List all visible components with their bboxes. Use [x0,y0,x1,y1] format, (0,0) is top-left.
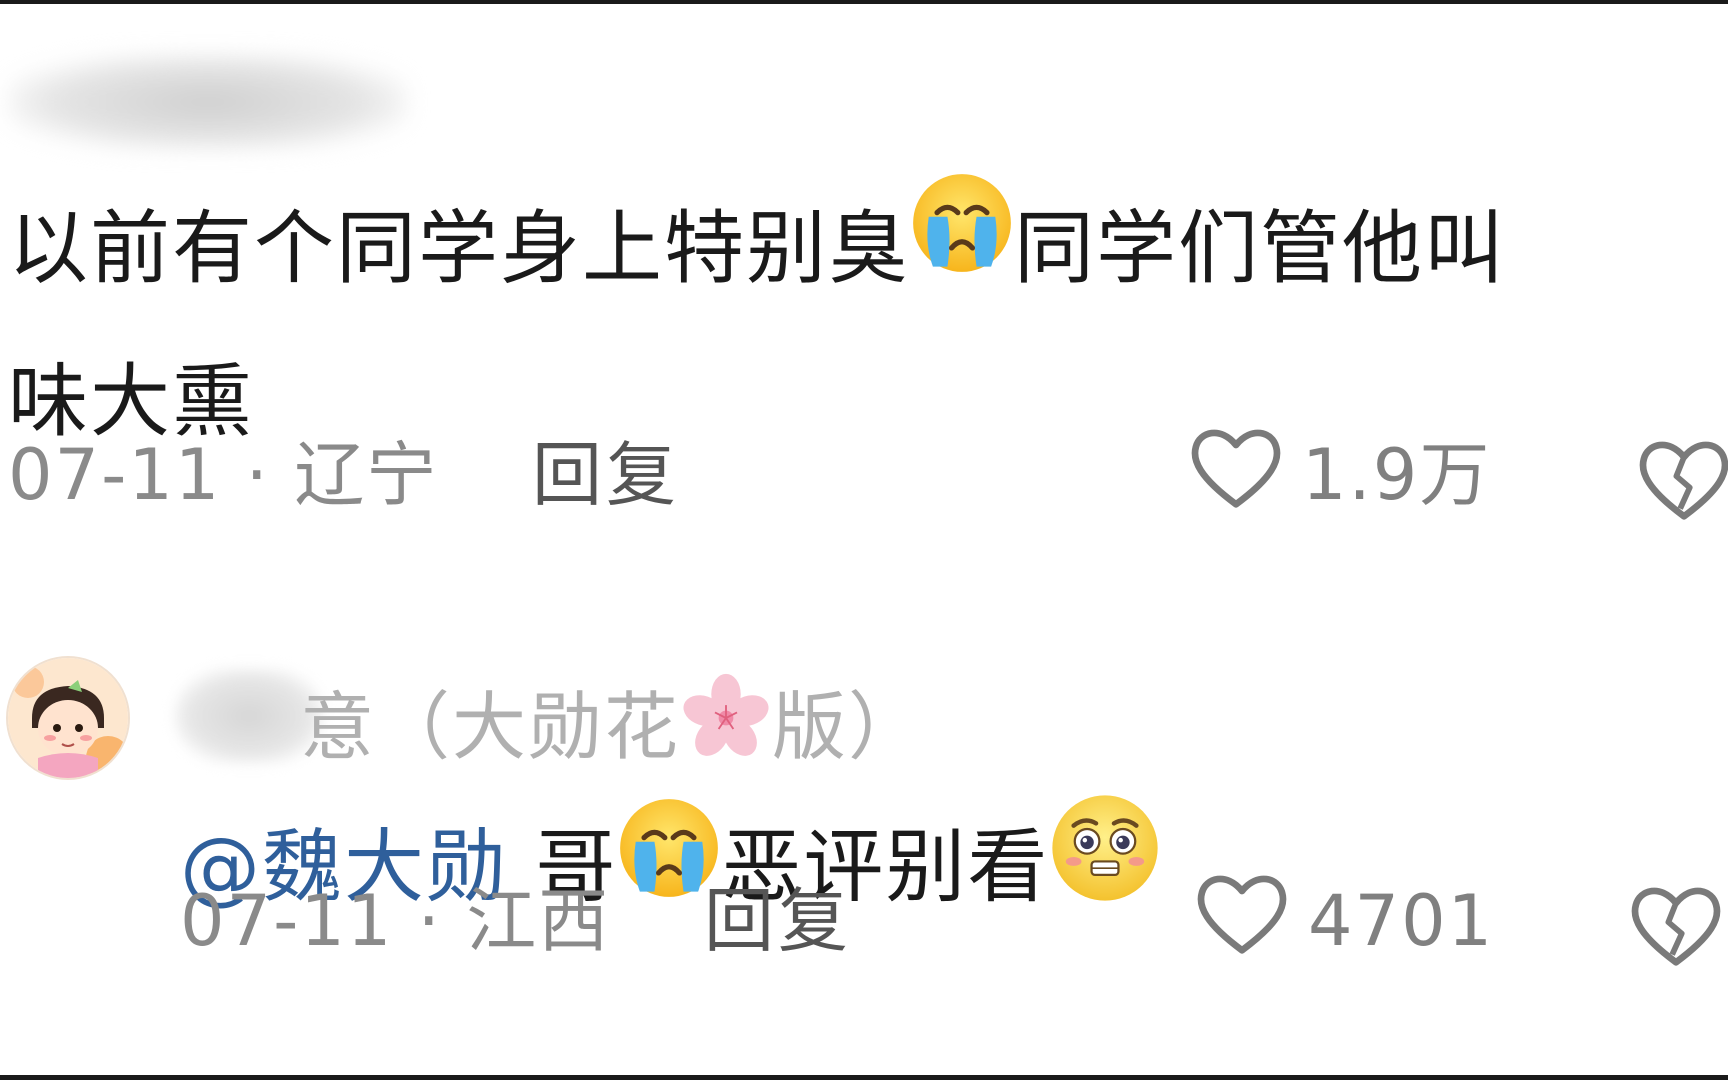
username-text: 意（大勋花 [300,684,680,771]
like-button[interactable]: 4701 [1194,875,1495,966]
separator: · [245,434,270,516]
bottom-border [0,1075,1728,1080]
broken-heart-icon[interactable] [1628,887,1724,985]
comment-text-part1: 以前有个同学身上特别臭 [8,202,910,295]
dislike-button[interactable] [1636,436,1728,539]
reply-meta-row: 07-11 · 江西 回复 4701 [180,875,1728,966]
crying-face-emoji-icon [910,171,1014,321]
comment-location: 辽宁 [294,434,439,516]
separator: · [417,880,442,962]
comment-text-part2: 同学们管他叫 [1014,202,1506,295]
like-count: 4701 [1308,880,1495,962]
dislike-button[interactable] [1628,882,1724,985]
like-button[interactable]: 1.9万 [1188,429,1492,520]
date-location: 07-11 · 江西 [180,876,610,966]
blurred-username [8,54,408,150]
like-count: 1.9万 [1302,434,1492,516]
reply-date: 07-11 [180,880,394,962]
broken-heart-icon[interactable] [1636,441,1728,539]
comment-meta-row: 07-11 · 辽宁 回复 1.9万 [8,429,1728,520]
reply-button[interactable]: 回复 [704,876,852,966]
comment-date: 07-11 [8,434,222,516]
cherry-blossom-icon [680,672,772,784]
username-suffix: 版） [772,684,924,771]
reply-location: 江西 [466,880,611,962]
top-border [0,0,1728,4]
avatar[interactable] [6,656,130,780]
heart-outline-icon[interactable] [1188,424,1284,527]
reply-button[interactable]: 回复 [532,430,680,520]
heart-outline-icon[interactable] [1194,870,1290,973]
reply-username[interactable]: 意（大勋花 版） [300,673,924,788]
date-location: 07-11 · 辽宁 [8,430,438,520]
